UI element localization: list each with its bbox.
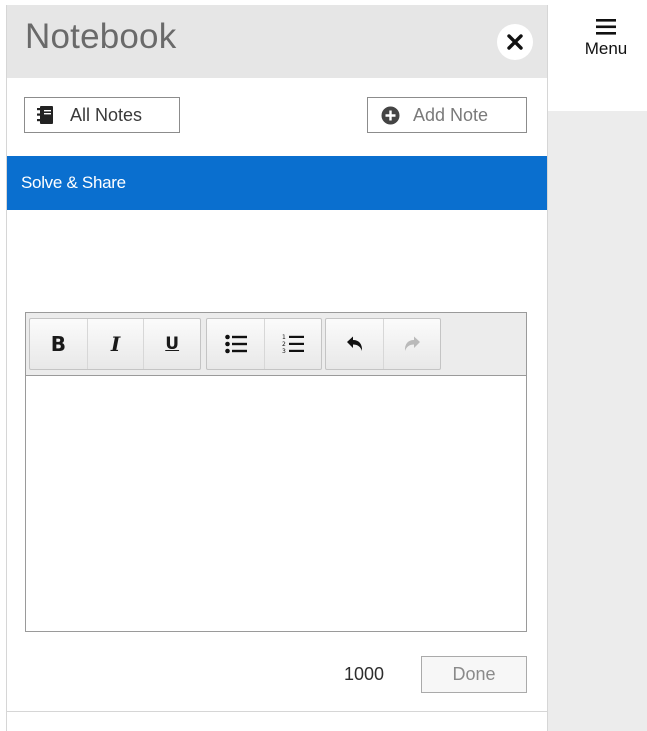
editor-toolbar: B I U 1 2 3: [26, 313, 526, 376]
redo-button[interactable]: [383, 319, 440, 369]
close-button[interactable]: [497, 24, 533, 60]
character-count: 1000: [344, 664, 385, 684]
bold-label: B: [50, 332, 66, 356]
footer-divider: [7, 711, 547, 712]
panel-header: Notebook: [7, 5, 547, 78]
undo-icon: [346, 336, 362, 351]
svg-text:1: 1: [282, 334, 286, 341]
note-text-area[interactable]: [26, 376, 526, 631]
section-label: Solve & Share: [21, 173, 126, 192]
menu-button[interactable]: Menu: [568, 18, 644, 92]
all-notes-label: All Notes: [70, 104, 143, 125]
notebook-icon: [37, 106, 53, 124]
add-note-label: Add Note: [413, 104, 489, 125]
done-button[interactable]: Done: [421, 656, 527, 693]
italic-label: I: [110, 332, 121, 356]
side-strip: [548, 111, 647, 731]
plus-circle-icon: [381, 106, 400, 124]
hamburger-icon: [596, 19, 616, 35]
italic-button[interactable]: I: [86, 319, 144, 369]
notebook-panel: Notebook All Notes Add Note Solve & Shar…: [6, 5, 548, 731]
panel-title: Notebook: [25, 17, 177, 56]
list-group: 1 2 3: [206, 318, 322, 370]
bullet-list-button[interactable]: [207, 319, 264, 369]
history-group: [325, 318, 441, 370]
numbered-list-icon: 1 2 3: [282, 334, 304, 355]
svg-text:2: 2: [282, 341, 286, 348]
bold-button[interactable]: B: [30, 319, 87, 369]
note-section-bar[interactable]: Solve & Share: [7, 156, 547, 210]
numbered-list-button[interactable]: 1 2 3: [264, 319, 321, 369]
svg-text:3: 3: [282, 348, 286, 355]
underline-button[interactable]: U: [143, 319, 200, 369]
underline-label: U: [165, 334, 180, 354]
redo-icon: [404, 336, 420, 351]
close-icon: [507, 34, 523, 50]
menu-label: Menu: [584, 39, 628, 58]
note-editor: B I U 1 2 3: [25, 312, 527, 632]
all-notes-button[interactable]: All Notes: [24, 97, 180, 133]
add-note-button[interactable]: Add Note: [367, 97, 527, 133]
format-group: B I U: [29, 318, 201, 370]
undo-button[interactable]: [326, 319, 383, 369]
notes-toolbar: All Notes Add Note: [7, 78, 547, 156]
bullet-list-icon: [224, 334, 247, 354]
